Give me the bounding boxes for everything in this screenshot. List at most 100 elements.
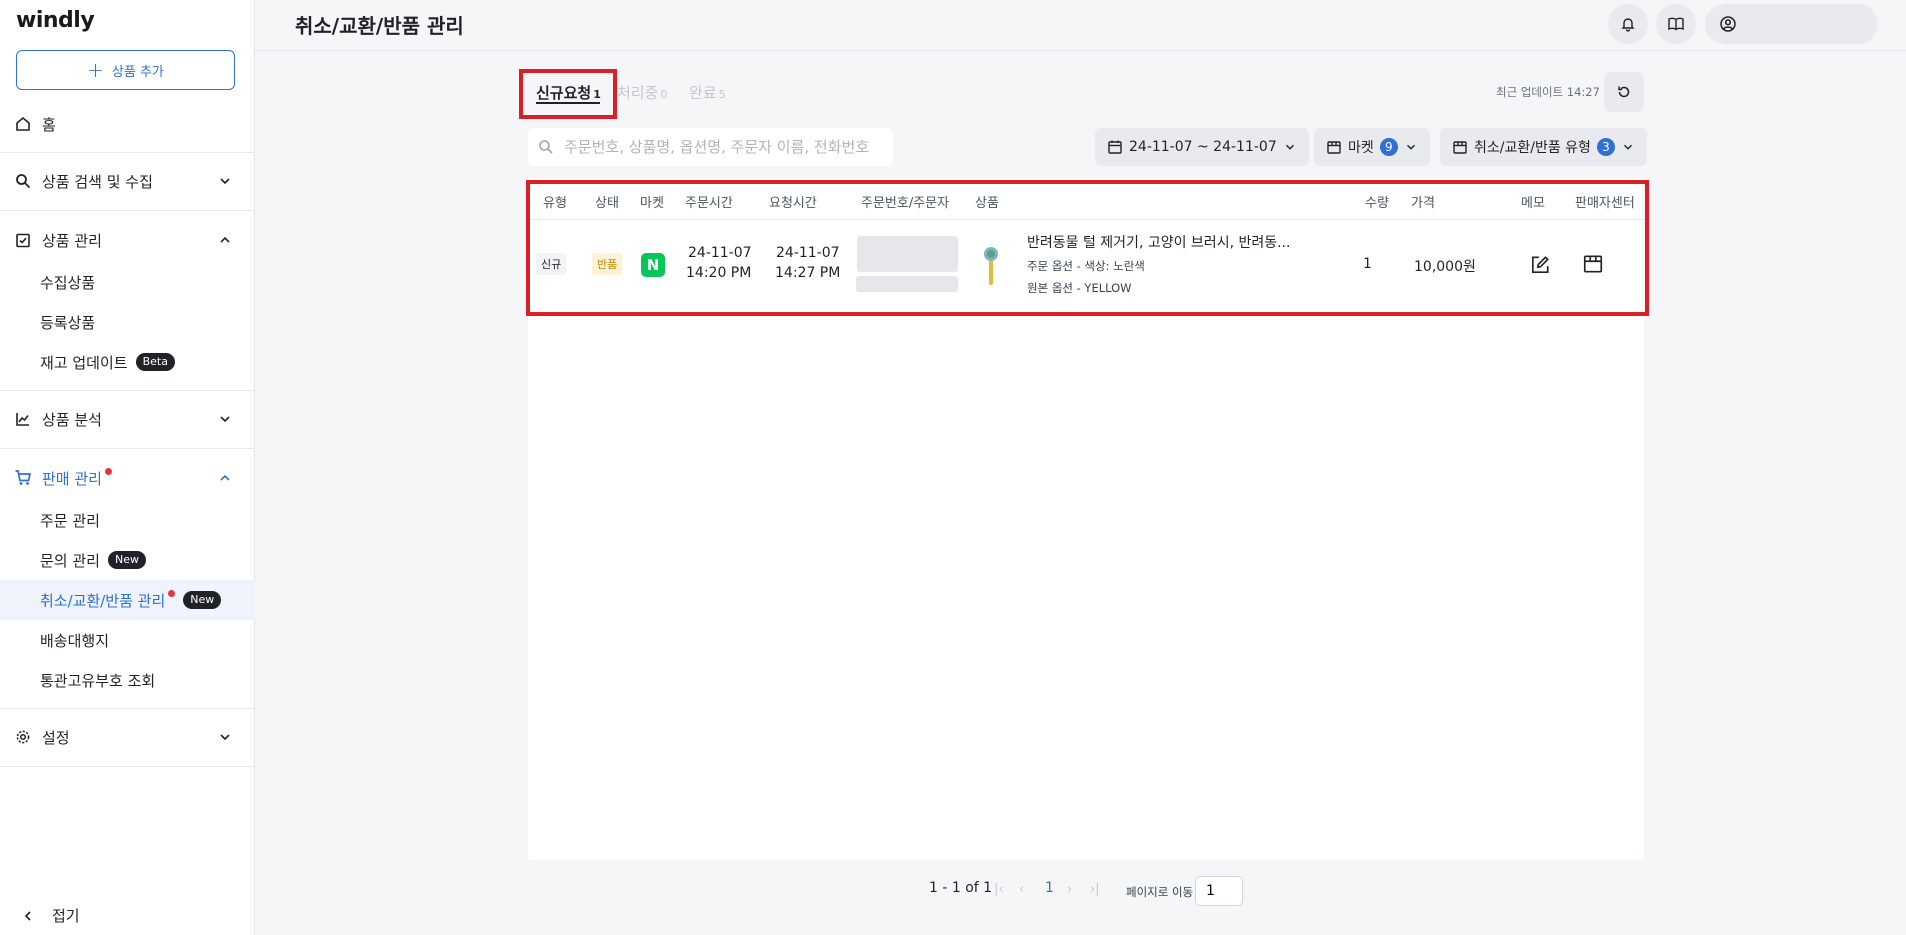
new-badge: New (107, 551, 146, 569)
cart-icon (14, 469, 32, 487)
market-count-badge: 9 (1379, 138, 1398, 156)
nav-settings[interactable]: 설정 (0, 717, 255, 757)
nav-stock-update[interactable]: 재고 업데이트 Beta (0, 342, 255, 382)
divider (0, 152, 255, 153)
collapse-sidebar-button[interactable]: 접기 (22, 905, 80, 926)
add-product-button[interactable]: + 상품 추가 (16, 50, 235, 90)
market-filter[interactable]: 마켓 9 (1314, 128, 1430, 166)
nav-registered-label: 등록상품 (40, 313, 96, 332)
market-filter-label: 마켓 (1348, 140, 1374, 156)
nav-order-mgmt-label: 주문 관리 (40, 511, 100, 530)
first-page-icon[interactable]: |‹ (994, 882, 1004, 897)
nav-home-label: 홈 (42, 115, 56, 134)
store-icon (1453, 141, 1467, 154)
nav-settings-label: 설정 (42, 728, 70, 747)
prev-page-icon[interactable]: ‹ (1019, 882, 1024, 897)
chevron-left-icon (24, 910, 31, 921)
calendar-icon (1108, 140, 1122, 154)
tab-done-label: 완료 (689, 84, 717, 102)
nav-shipping-agent[interactable]: 배송대행지 (0, 620, 255, 660)
user-menu-button[interactable] (1705, 4, 1878, 44)
gear-icon (14, 728, 32, 746)
refresh-icon (1618, 86, 1630, 98)
nav-inquiry-mgmt-label: 문의 관리 (40, 551, 100, 570)
date-range-value: 24-11-07 ~ 24-11-07 (1129, 139, 1277, 155)
tab-progress-count: 0 (660, 88, 668, 101)
highlight-box-table (526, 180, 1649, 316)
chevron-up-icon (220, 236, 230, 243)
chevron-down-icon (1285, 144, 1294, 150)
chart-line-icon (14, 410, 32, 428)
plus-icon: + (87, 58, 104, 82)
next-page-icon[interactable]: › (1067, 882, 1072, 897)
last-page-icon[interactable]: ›| (1090, 882, 1100, 897)
app-logo[interactable]: windly (16, 8, 95, 33)
tab-in-progress[interactable]: 처리중 0 (617, 82, 667, 103)
nav-product-mgmt-label: 상품 관리 (42, 231, 102, 250)
nav-registered-products[interactable]: 등록상품 (0, 302, 255, 342)
nav-sales-mgmt-label: 판매 관리 (42, 469, 102, 488)
bell-icon (1621, 18, 1635, 32)
add-product-label: 상품 추가 (111, 64, 164, 80)
date-range-filter[interactable]: 24-11-07 ~ 24-11-07 (1095, 128, 1309, 166)
nav-customs-lookup-label: 통관고유부호 조회 (40, 671, 156, 690)
notification-dot (104, 467, 112, 475)
notifications-button[interactable] (1608, 4, 1648, 44)
nav-shipping-agent-label: 배송대행지 (40, 631, 110, 650)
chevron-down-icon (1623, 144, 1632, 150)
nav-inquiry-mgmt[interactable]: 문의 관리 New (0, 540, 255, 580)
collapse-label: 접기 (52, 907, 80, 925)
nav-cancel-label: 취소/교환/반품 관리 (40, 591, 166, 610)
nav-stock-update-label: 재고 업데이트 (40, 353, 128, 372)
user-circle-icon (1720, 16, 1736, 32)
highlight-box-tabs (519, 69, 617, 119)
type-count-badge: 3 (1596, 138, 1615, 156)
search-box (528, 128, 893, 166)
clipboard-check-icon (14, 231, 32, 249)
refresh-button[interactable] (1604, 72, 1644, 112)
pagination-range: 1 - 1 of 1 (929, 880, 993, 896)
notification-dot (168, 589, 176, 597)
search-icon (539, 140, 553, 154)
chevron-down-icon (1406, 144, 1415, 150)
book-icon (1668, 17, 1684, 31)
nav-collected-label: 수집상품 (40, 273, 96, 292)
request-type-filter[interactable]: 취소/교환/반품 유형 3 (1440, 128, 1647, 166)
divider (0, 390, 255, 391)
nav-sales-mgmt[interactable]: 판매 관리 (0, 458, 255, 498)
beta-badge: Beta (135, 353, 175, 371)
nav-cancel-exchange-return[interactable]: 취소/교환/반품 관리 New (0, 580, 255, 620)
nav-product-mgmt[interactable]: 상품 관리 (0, 220, 255, 260)
divider (0, 708, 255, 709)
goto-page-input[interactable] (1195, 876, 1243, 906)
current-page-number[interactable]: 1 (1045, 880, 1054, 896)
divider (0, 210, 255, 211)
goto-page-label: 페이지로 이동 (1126, 885, 1194, 899)
store-icon (1327, 141, 1341, 154)
nav-collected-products[interactable]: 수집상품 (0, 262, 255, 302)
nav-home[interactable]: 홈 (0, 104, 255, 144)
chevron-up-icon (220, 474, 230, 481)
nav-search-collect[interactable]: 상품 검색 및 수집 (0, 161, 255, 201)
tab-done-count: 5 (718, 88, 726, 101)
tab-completed[interactable]: 완료 5 (689, 82, 726, 103)
guide-button[interactable] (1656, 4, 1696, 44)
nav-analysis[interactable]: 상품 분석 (0, 399, 255, 439)
search-icon (14, 172, 32, 190)
nav-analysis-label: 상품 분석 (42, 410, 102, 429)
home-icon (14, 115, 32, 133)
search-input[interactable] (564, 138, 874, 156)
nav-order-mgmt[interactable]: 주문 관리 (0, 500, 255, 540)
nav-customs-lookup[interactable]: 통관고유부호 조회 (0, 660, 255, 700)
nav-search-collect-label: 상품 검색 및 수집 (42, 172, 153, 191)
type-filter-label: 취소/교환/반품 유형 (1474, 140, 1591, 156)
sidebar: windly + 상품 추가 홈 상품 검색 및 수집 상품 관리 수집상품 등… (0, 0, 255, 935)
chevron-down-icon (220, 734, 230, 741)
divider (0, 766, 255, 767)
chevron-down-icon (220, 178, 230, 185)
top-header: 취소/교환/반품 관리 (255, 0, 1906, 51)
tab-progress-label: 처리중 (617, 84, 659, 102)
new-badge: New (183, 591, 222, 609)
chevron-down-icon (220, 416, 230, 423)
divider (0, 448, 255, 449)
